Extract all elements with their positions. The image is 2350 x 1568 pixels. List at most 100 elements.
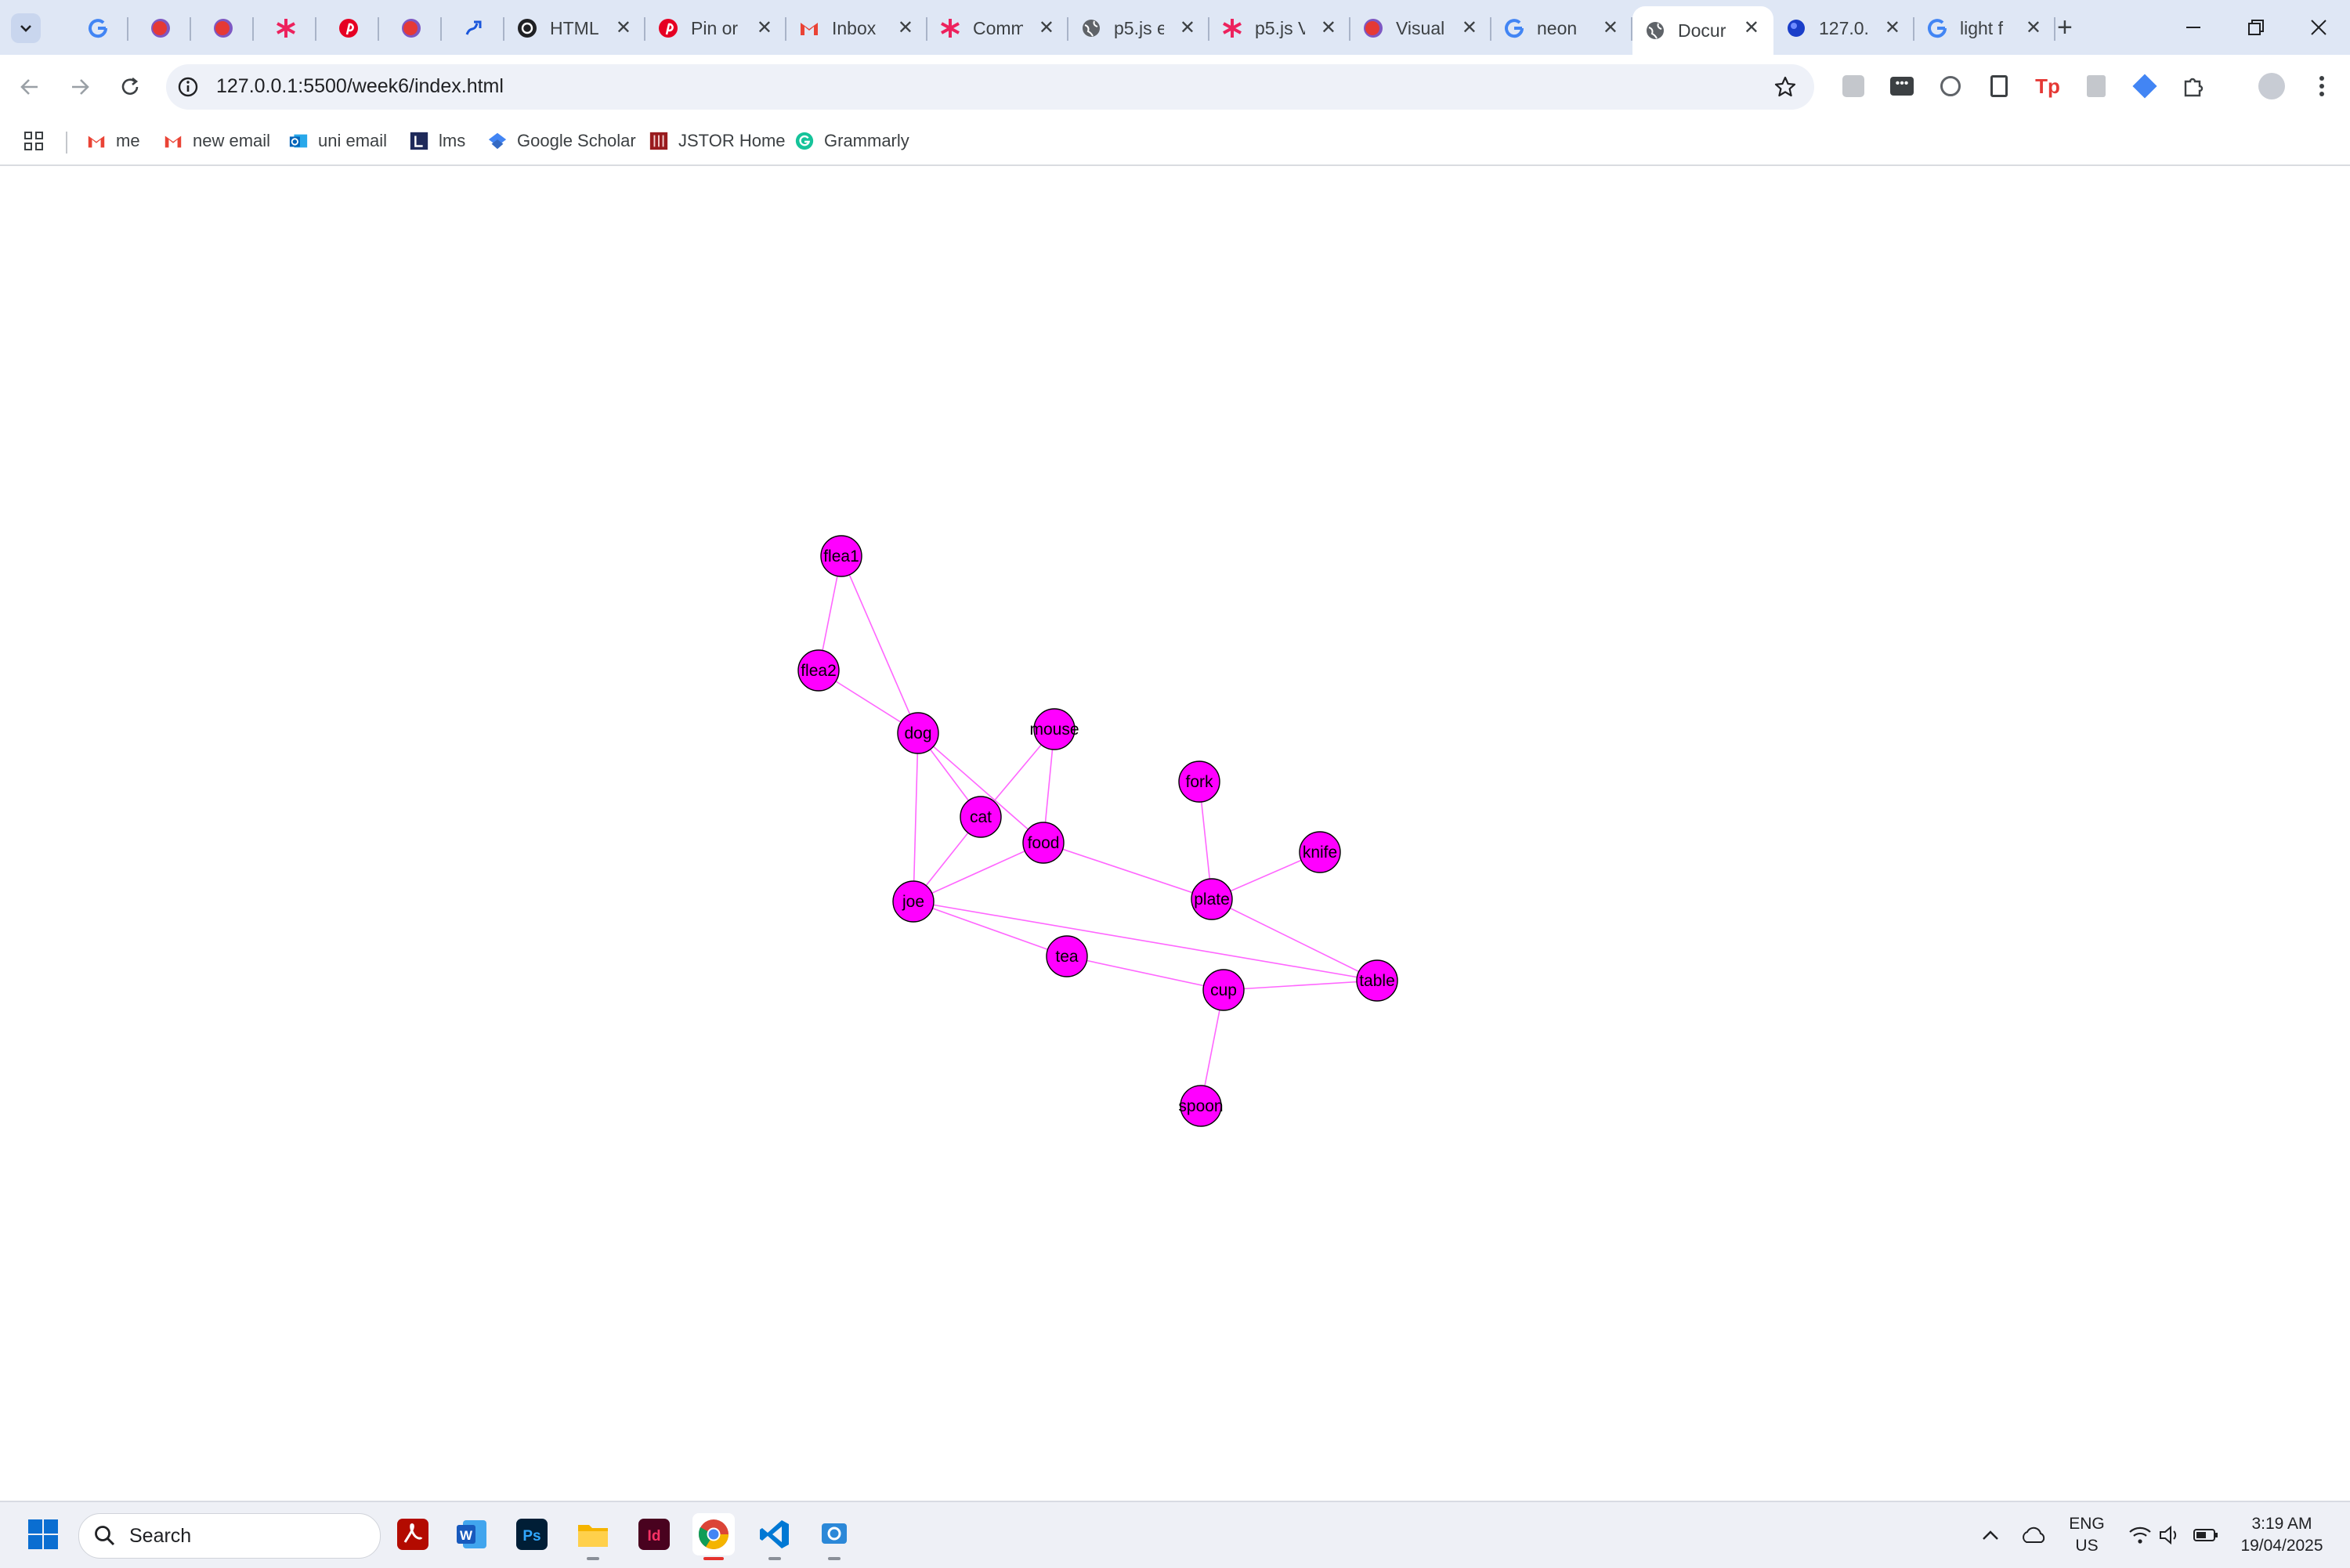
restore-button[interactable] — [2232, 8, 2280, 47]
extension-dots-icon[interactable]: ••• — [1886, 70, 1918, 102]
tab-127-0-[interactable]: 127.0. ✕ — [1773, 6, 1914, 50]
tp-ext-icon[interactable]: Tp — [2032, 70, 2063, 102]
extension-grey-icon[interactable] — [1838, 70, 1869, 102]
node-flea2[interactable]: flea2 — [797, 649, 840, 692]
forward-button[interactable] — [61, 68, 99, 106]
tab-close-icon[interactable]: ✕ — [1603, 17, 1618, 39]
document-ext-icon[interactable] — [2081, 70, 2112, 102]
volume-icon[interactable] — [2157, 1521, 2182, 1549]
tab-search-button[interactable] — [11, 13, 41, 43]
running-indicator — [587, 1557, 599, 1560]
minimize-button[interactable] — [2170, 8, 2217, 47]
node-flea1[interactable]: flea1 — [820, 535, 862, 577]
tab-comm[interactable]: Comm ✕ — [927, 6, 1068, 50]
taskbar-word-button[interactable]: W — [451, 1513, 494, 1555]
tab-p5-js-e[interactable]: p5.js e ✕ — [1068, 6, 1209, 50]
profile-avatar[interactable] — [2256, 70, 2287, 102]
tab-close-icon[interactable]: ✕ — [898, 17, 913, 39]
clock[interactable]: 3:19 AM 19/04/2025 — [2231, 1513, 2333, 1557]
tab-close-icon[interactable]: ✕ — [1462, 17, 1477, 39]
node-tea[interactable]: tea — [1046, 935, 1088, 977]
tab-neon[interactable]: neon ✕ — [1491, 6, 1632, 50]
tab-close-icon[interactable]: ✕ — [616, 17, 631, 39]
svg-text:W: W — [460, 1528, 473, 1543]
new-tab-button[interactable]: + — [2057, 13, 2073, 42]
site-info-icon[interactable] — [177, 76, 199, 98]
tab-red-circle[interactable] — [379, 6, 442, 50]
graph-canvas[interactable]: flea1 flea2 dog mouse cat food joe tea fork knife… — [0, 166, 2350, 1501]
star-icon[interactable] — [1773, 75, 1797, 99]
tab-red-circle[interactable] — [191, 6, 254, 50]
tab-close-icon[interactable]: ✕ — [1744, 17, 1759, 39]
back-button[interactable] — [11, 68, 49, 106]
scholar-ext-icon[interactable] — [2129, 70, 2160, 102]
remote-desktop-icon — [817, 1517, 851, 1552]
wifi-icon[interactable] — [2128, 1521, 2153, 1549]
tab-red-circle[interactable] — [128, 6, 191, 50]
bookmark-label: Grammarly — [824, 131, 909, 150]
restore-icon — [2248, 20, 2264, 35]
onedrive-icon[interactable] — [2019, 1521, 2048, 1549]
tab-light-f[interactable]: light f ✕ — [1914, 6, 2055, 50]
taskbar-search[interactable]: Search — [78, 1513, 381, 1559]
apps-grid-icon[interactable] — [24, 127, 44, 155]
node-cat[interactable]: cat — [960, 796, 1002, 838]
taskbar-indesign-button[interactable]: Id — [633, 1513, 675, 1555]
language-indicator[interactable]: ENG US — [2068, 1513, 2106, 1557]
bookmark-label: me — [116, 131, 140, 150]
reload-button[interactable] — [111, 68, 149, 106]
taskbar-vscode-button[interactable] — [754, 1513, 796, 1560]
bookmark-google-scholar[interactable]: Google Scholar — [487, 127, 636, 155]
node-knife[interactable]: knife — [1299, 831, 1341, 873]
battery-icon[interactable] — [2192, 1521, 2220, 1549]
tab-pinterest[interactable] — [316, 6, 379, 50]
bookmark-lms[interactable]: lms — [409, 127, 465, 155]
node-fork[interactable]: fork — [1178, 761, 1220, 803]
node-dog[interactable]: dog — [897, 712, 939, 754]
tab-html[interactable]: HTML ✕ — [504, 6, 645, 50]
close-window-button[interactable] — [2295, 8, 2342, 47]
bookmark-new-email[interactable]: new email — [163, 127, 270, 155]
puzzle-icon[interactable] — [2178, 70, 2209, 102]
tab-close-icon[interactable]: ✕ — [757, 17, 772, 39]
url-text[interactable]: 127.0.0.1:5500/week6/index.html — [216, 75, 504, 98]
node-plate[interactable]: plate — [1191, 878, 1233, 920]
taskbar-file-explorer-button[interactable] — [572, 1513, 614, 1560]
tab-asterisk[interactable] — [254, 6, 316, 50]
tab-docur[interactable]: Docur ✕ — [1632, 6, 1773, 55]
tab-p5-js-v[interactable]: p5.js V ✕ — [1209, 6, 1350, 50]
tab-script[interactable] — [442, 6, 504, 50]
tab-google[interactable] — [66, 6, 128, 50]
node-mouse[interactable]: mouse — [1029, 708, 1079, 750]
node-joe[interactable]: joe — [892, 880, 935, 923]
address-bar[interactable]: 127.0.0.1:5500/week6/index.html — [166, 64, 1814, 110]
upload-ext-icon[interactable] — [1983, 70, 2015, 102]
start-button[interactable] — [22, 1513, 64, 1555]
tab-close-icon[interactable]: ✕ — [1885, 17, 1900, 39]
node-table[interactable]: table — [1356, 959, 1398, 1002]
red-circle-icon — [400, 16, 423, 40]
edge-cup-table — [1223, 980, 1378, 991]
bookmark-grammarly[interactable]: Grammarly — [794, 127, 909, 155]
show-hidden-icons-icon[interactable] — [1979, 1521, 2002, 1549]
tab-pin-or[interactable]: Pin or ✕ — [645, 6, 786, 50]
tab-visual[interactable]: Visual ✕ — [1350, 6, 1491, 50]
tab-inbox[interactable]: Inbox ✕ — [786, 6, 927, 50]
taskbar-acrobat-button[interactable] — [392, 1513, 434, 1555]
taskbar-photoshop-button[interactable]: Ps — [511, 1513, 553, 1555]
bookmark-jstor-home[interactable]: JSTOR Home — [649, 127, 786, 155]
more-menu-icon[interactable] — [2306, 70, 2337, 102]
node-spoon[interactable]: spoon — [1178, 1085, 1224, 1127]
taskbar-chrome-button[interactable] — [692, 1513, 735, 1560]
tab-close-icon[interactable]: ✕ — [1321, 17, 1336, 39]
bookmark-uni-email[interactable]: uni email — [288, 127, 387, 155]
language-label: ENG — [2069, 1515, 2105, 1533]
grammarly-ext-icon[interactable] — [1935, 70, 1966, 102]
taskbar-remote-desktop-button[interactable] — [813, 1513, 855, 1560]
bookmark-me[interactable]: me — [86, 127, 140, 155]
tab-close-icon[interactable]: ✕ — [2026, 17, 2041, 39]
node-food[interactable]: food — [1022, 822, 1065, 864]
tab-close-icon[interactable]: ✕ — [1180, 17, 1195, 39]
node-cup[interactable]: cup — [1202, 969, 1245, 1011]
tab-close-icon[interactable]: ✕ — [1039, 17, 1054, 39]
